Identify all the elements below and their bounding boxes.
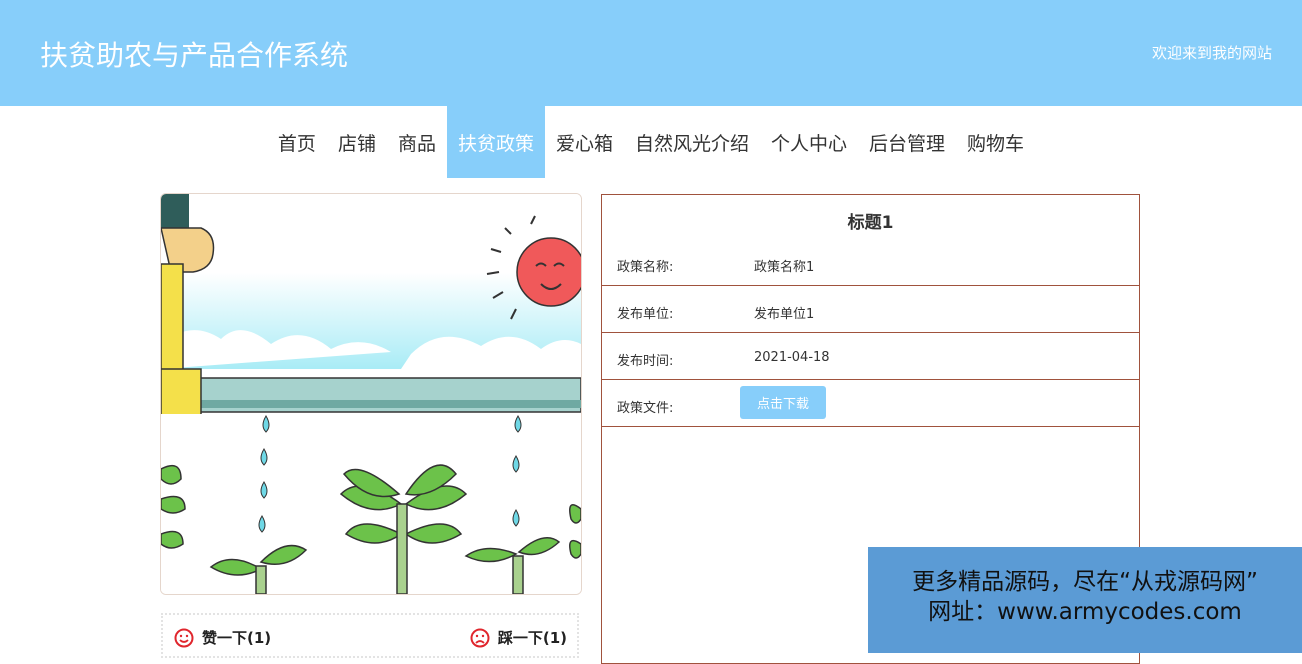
like-button[interactable]: 赞一下(1): [174, 627, 271, 648]
row-label: 政策名称:: [617, 260, 674, 275]
site-title: 扶贫助农与产品合作系统: [40, 39, 349, 72]
row-label: 发布单位:: [617, 307, 674, 322]
row-value: 2021-04-18: [754, 350, 830, 365]
nav-item-cart[interactable]: 购物车: [956, 106, 1035, 178]
nav-item-admin[interactable]: 后台管理: [858, 106, 956, 178]
dislike-button[interactable]: 踩一下(1): [470, 627, 567, 648]
dislike-label: 踩一下(1): [497, 629, 567, 647]
policy-illustration: [161, 194, 581, 594]
main-nav: 首页 店铺 商品 扶贫政策 爱心箱 自然风光介绍 个人中心 后台管理 购物车: [0, 106, 1302, 178]
nav-item-profile[interactable]: 个人中心: [760, 106, 858, 178]
welcome-text: 欢迎来到我的网站: [1151, 44, 1272, 62]
frown-icon: [470, 628, 490, 647]
watermark-line-2: 网址：www.armycodes.com: [928, 599, 1242, 625]
detail-row-publisher: 发布单位: 发布单位1: [602, 286, 1139, 333]
vote-bar: 赞一下(1) 踩一下(1): [161, 613, 579, 658]
detail-row-policy-name: 政策名称: 政策名称1: [602, 232, 1139, 286]
nav-item-shops[interactable]: 店铺: [327, 106, 387, 178]
site-header: 扶贫助农与产品合作系统 欢迎来到我的网站: [0, 0, 1302, 106]
policy-image: [160, 193, 582, 595]
detail-row-policy-file: 政策文件: 点击下载: [602, 380, 1139, 427]
nav-item-charity-box[interactable]: 爱心箱: [545, 106, 624, 178]
detail-title: 标题1: [847, 213, 894, 233]
nav-item-policy[interactable]: 扶贫政策: [446, 106, 545, 178]
download-button[interactable]: 点击下载: [740, 386, 826, 419]
row-value: 发布单位1: [754, 307, 815, 322]
row-label: 发布时间:: [617, 354, 674, 369]
smile-icon: [174, 628, 194, 647]
row-value: 政策名称1: [754, 260, 815, 275]
nav-item-products[interactable]: 商品: [387, 106, 447, 178]
nav-item-scenery[interactable]: 自然风光介绍: [624, 106, 760, 178]
like-label: 赞一下(1): [202, 629, 272, 647]
nav-item-home[interactable]: 首页: [267, 106, 327, 178]
detail-row-publish-date: 发布时间: 2021-04-18: [602, 333, 1139, 380]
watermark-line-1: 更多精品源码，尽在“从戎源码网”: [912, 569, 1258, 595]
row-label: 政策文件:: [617, 401, 674, 416]
watermark-banner: 更多精品源码，尽在“从戎源码网” 网址：www.armycodes.com: [868, 547, 1302, 653]
